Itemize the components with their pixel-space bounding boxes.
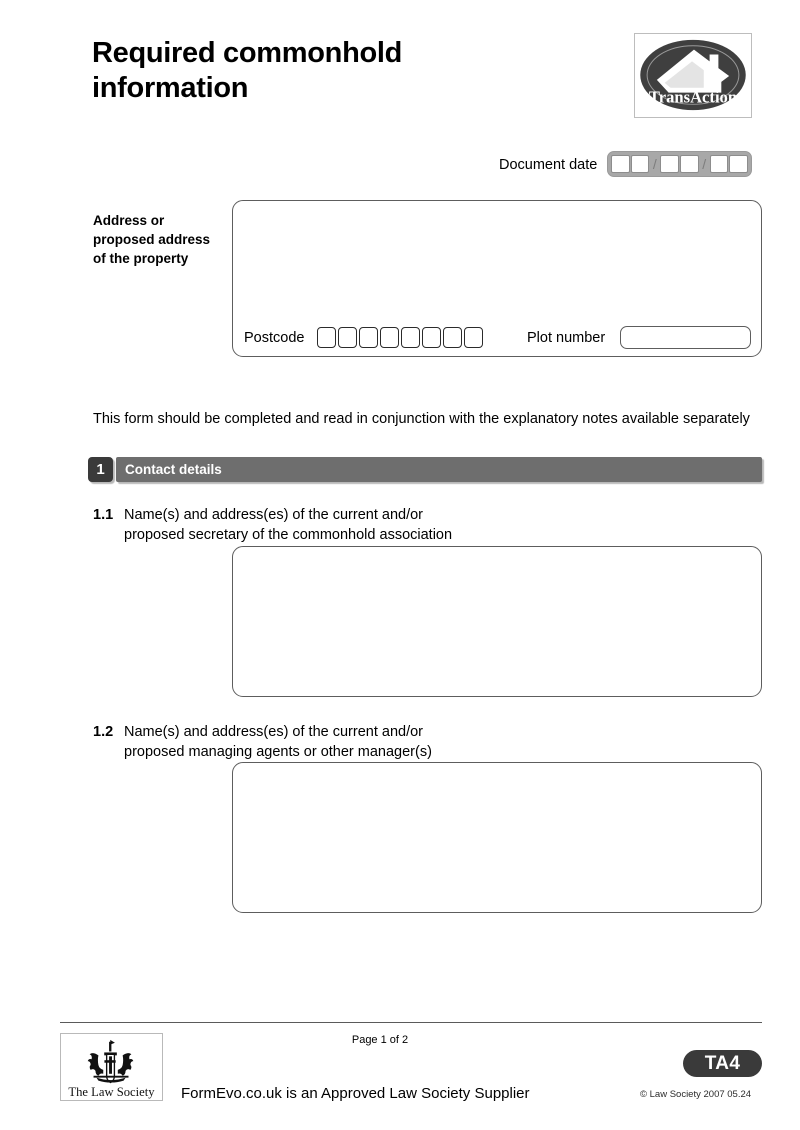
plot-number-input[interactable]: [620, 326, 751, 349]
postcode-cell[interactable]: [317, 327, 336, 348]
copyright-text: © Law Society 2007 05.24: [640, 1089, 752, 1100]
date-separator-icon: /: [652, 156, 657, 172]
question-text: Name(s) and address(es) of the current a…: [124, 505, 513, 545]
law-society-logo-text: The Law Society: [68, 1085, 155, 1099]
postcode-cell[interactable]: [464, 327, 483, 348]
document-date-cell[interactable]: [709, 155, 729, 173]
section-header: 1 Contact details: [88, 457, 762, 482]
question-number: 1.1: [93, 507, 114, 523]
address-label-line2: proposed address: [93, 232, 211, 248]
supplier-text: FormEvo.co.uk is an Approved Law Society…: [181, 1085, 530, 1102]
page-number: Page 1 of 2: [351, 1034, 409, 1046]
plot-number-label: Plot number: [527, 330, 606, 346]
address-label-line3: of the property: [93, 251, 189, 267]
postcode-cell[interactable]: [359, 327, 378, 348]
postcode-cell[interactable]: [401, 327, 420, 348]
document-date-cell[interactable]: [680, 155, 699, 173]
address-label: Address or proposed address of the prope…: [93, 211, 243, 268]
answer-input-1-1[interactable]: [232, 546, 762, 697]
instruction-text: This form should be completed and read i…: [93, 411, 750, 427]
document-date-cell[interactable]: [630, 155, 650, 173]
address-label-line1: Address or: [93, 213, 165, 228]
transaction-logo: TransAction: [634, 33, 752, 118]
question-text-line1: Name(s) and address(es) of the current a…: [124, 724, 423, 740]
document-date-label: Document date: [499, 157, 598, 173]
question-text-line1: Name(s) and address(es) of the current a…: [124, 507, 423, 523]
question-number: 1.2: [93, 724, 114, 740]
postcode-input[interactable]: [317, 327, 483, 348]
postcode-cell[interactable]: [422, 327, 441, 348]
postcode-cell[interactable]: [338, 327, 357, 348]
page-title: Required commonhold information: [92, 36, 592, 107]
question-1-1: 1.1 Name(s) and address(es) of the curre…: [93, 505, 513, 545]
document-date-cell[interactable]: [729, 155, 749, 173]
postcode-cell[interactable]: [443, 327, 462, 348]
page-title-line2: information: [92, 72, 249, 105]
postcode-cell[interactable]: [380, 327, 399, 348]
form-code-badge: TA4: [683, 1050, 762, 1077]
date-separator-icon: /: [702, 156, 707, 172]
footer-divider: [60, 1022, 762, 1023]
transaction-logo-text: TransAction: [649, 87, 737, 106]
answer-input-1-2[interactable]: [232, 762, 762, 913]
form-page: Required commonhold information TransAct…: [0, 0, 800, 1130]
section-number-badge: 1: [88, 457, 113, 482]
document-date-field[interactable]: / /: [607, 151, 752, 177]
document-date-cell[interactable]: [611, 155, 630, 173]
question-1-2: 1.2 Name(s) and address(es) of the curre…: [93, 722, 513, 762]
section-title: Contact details: [125, 462, 222, 477]
question-text-line2: proposed managing agents or other manage…: [124, 744, 432, 760]
document-date-cell[interactable]: [660, 155, 680, 173]
question-text-line2: proposed secretary of the commonhold ass…: [124, 527, 453, 543]
postcode-label: Postcode: [244, 330, 305, 346]
question-text: Name(s) and address(es) of the current a…: [124, 722, 513, 762]
page-title-line1: Required commonhold: [92, 37, 403, 69]
